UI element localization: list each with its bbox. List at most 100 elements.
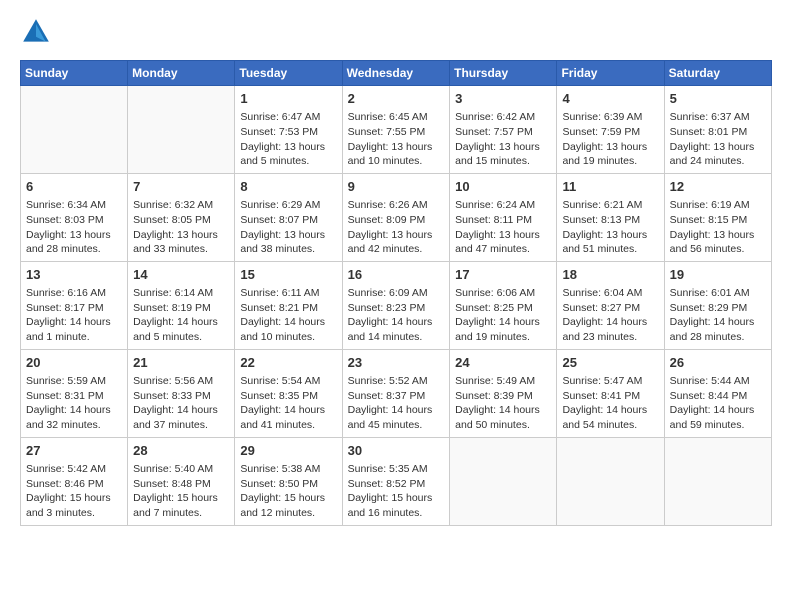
calendar-cell: 27 Sunrise: 5:42 AM Sunset: 8:46 PM Dayli… (21, 437, 128, 525)
day-number: 15 (240, 266, 336, 284)
calendar-cell: 25 Sunrise: 5:47 AM Sunset: 8:41 PM Dayli… (557, 349, 664, 437)
day-info: Sunrise: 5:44 AM Sunset: 8:44 PM Dayligh… (670, 374, 766, 433)
calendar-cell: 11 Sunrise: 6:21 AM Sunset: 8:13 PM Dayli… (557, 173, 664, 261)
calendar-cell: 13 Sunrise: 6:16 AM Sunset: 8:17 PM Dayli… (21, 261, 128, 349)
day-info: Sunrise: 6:26 AM Sunset: 8:09 PM Dayligh… (348, 198, 445, 257)
calendar-week-row: 20 Sunrise: 5:59 AM Sunset: 8:31 PM Dayli… (21, 349, 772, 437)
day-info: Sunrise: 6:29 AM Sunset: 8:07 PM Dayligh… (240, 198, 336, 257)
day-number: 11 (562, 178, 658, 196)
day-info: Sunrise: 6:32 AM Sunset: 8:05 PM Dayligh… (133, 198, 229, 257)
calendar-cell: 7 Sunrise: 6:32 AM Sunset: 8:05 PM Daylig… (128, 173, 235, 261)
weekday-header: Wednesday (342, 61, 450, 86)
day-number: 2 (348, 90, 445, 108)
calendar-cell: 9 Sunrise: 6:26 AM Sunset: 8:09 PM Daylig… (342, 173, 450, 261)
day-info: Sunrise: 6:16 AM Sunset: 8:17 PM Dayligh… (26, 286, 122, 345)
calendar-cell: 30Sunrise: 5:35 AM Sunset: 8:52 PM Dayli… (342, 437, 450, 525)
day-info: Sunrise: 6:01 AM Sunset: 8:29 PM Dayligh… (670, 286, 766, 345)
day-number: 21 (133, 354, 229, 372)
calendar-cell (21, 86, 128, 174)
day-number: 4 (562, 90, 658, 108)
day-info: Sunrise: 6:19 AM Sunset: 8:15 PM Dayligh… (670, 198, 766, 257)
calendar-cell: 28 Sunrise: 5:40 AM Sunset: 8:48 PM Dayli… (128, 437, 235, 525)
calendar-cell (664, 437, 771, 525)
calendar-cell: 8 Sunrise: 6:29 AM Sunset: 8:07 PM Daylig… (235, 173, 342, 261)
day-number: 30 (348, 442, 445, 460)
day-number: 23 (348, 354, 445, 372)
calendar-cell: 1 Sunrise: 6:47 AM Sunset: 7:53 PM Daylig… (235, 86, 342, 174)
day-number: 7 (133, 178, 229, 196)
weekday-header: Tuesday (235, 61, 342, 86)
calendar-cell: 20 Sunrise: 5:59 AM Sunset: 8:31 PM Dayli… (21, 349, 128, 437)
day-info: Sunrise: 5:49 AM Sunset: 8:39 PM Dayligh… (455, 374, 551, 433)
day-number: 14 (133, 266, 229, 284)
day-info: Sunrise: 5:59 AM Sunset: 8:31 PM Dayligh… (26, 374, 122, 433)
calendar-cell: 2 Sunrise: 6:45 AM Sunset: 7:55 PM Daylig… (342, 86, 450, 174)
calendar-cell (128, 86, 235, 174)
calendar-cell: 4Sunrise: 6:39 AM Sunset: 7:59 PM Daylig… (557, 86, 664, 174)
day-number: 16 (348, 266, 445, 284)
day-info: Sunrise: 6:14 AM Sunset: 8:19 PM Dayligh… (133, 286, 229, 345)
day-info: Sunrise: 5:52 AM Sunset: 8:37 PM Dayligh… (348, 374, 445, 433)
day-number: 27 (26, 442, 122, 460)
calendar-cell: 24 Sunrise: 5:49 AM Sunset: 8:39 PM Dayli… (450, 349, 557, 437)
calendar-cell: 14 Sunrise: 6:14 AM Sunset: 8:19 PM Dayli… (128, 261, 235, 349)
day-number: 13 (26, 266, 122, 284)
calendar-cell: 21 Sunrise: 5:56 AM Sunset: 8:33 PM Dayli… (128, 349, 235, 437)
calendar-cell: 16Sunrise: 6:09 AM Sunset: 8:23 PM Dayli… (342, 261, 450, 349)
day-number: 8 (240, 178, 336, 196)
day-info: Sunrise: 6:21 AM Sunset: 8:13 PM Dayligh… (562, 198, 658, 257)
weekday-header: Monday (128, 61, 235, 86)
calendar-week-row: 13 Sunrise: 6:16 AM Sunset: 8:17 PM Dayli… (21, 261, 772, 349)
calendar-week-row: 1 Sunrise: 6:47 AM Sunset: 7:53 PM Daylig… (21, 86, 772, 174)
day-info: Sunrise: 5:38 AM Sunset: 8:50 PM Dayligh… (240, 462, 336, 521)
day-info: Sunrise: 6:04 AM Sunset: 8:27 PM Dayligh… (562, 286, 658, 345)
day-number: 20 (26, 354, 122, 372)
day-number: 25 (562, 354, 658, 372)
calendar-cell: 23 Sunrise: 5:52 AM Sunset: 8:37 PM Dayli… (342, 349, 450, 437)
day-number: 22 (240, 354, 336, 372)
calendar-week-row: 6 Sunrise: 6:34 AM Sunset: 8:03 PM Daylig… (21, 173, 772, 261)
day-number: 18 (562, 266, 658, 284)
day-number: 6 (26, 178, 122, 196)
day-info: Sunrise: 5:40 AM Sunset: 8:48 PM Dayligh… (133, 462, 229, 521)
day-number: 3 (455, 90, 551, 108)
calendar-cell: 26Sunrise: 5:44 AM Sunset: 8:44 PM Dayli… (664, 349, 771, 437)
weekday-header: Saturday (664, 61, 771, 86)
day-number: 28 (133, 442, 229, 460)
day-number: 1 (240, 90, 336, 108)
day-number: 24 (455, 354, 551, 372)
day-info: Sunrise: 5:54 AM Sunset: 8:35 PM Dayligh… (240, 374, 336, 433)
calendar-cell: 19 Sunrise: 6:01 AM Sunset: 8:29 PM Dayli… (664, 261, 771, 349)
day-info: Sunrise: 6:34 AM Sunset: 8:03 PM Dayligh… (26, 198, 122, 257)
calendar-cell: 12 Sunrise: 6:19 AM Sunset: 8:15 PM Dayli… (664, 173, 771, 261)
day-info: Sunrise: 5:42 AM Sunset: 8:46 PM Dayligh… (26, 462, 122, 521)
day-info: Sunrise: 6:11 AM Sunset: 8:21 PM Dayligh… (240, 286, 336, 345)
day-number: 5 (670, 90, 766, 108)
day-info: Sunrise: 6:47 AM Sunset: 7:53 PM Dayligh… (240, 110, 336, 169)
day-number: 29 (240, 442, 336, 460)
calendar-cell (557, 437, 664, 525)
calendar-cell: 29 Sunrise: 5:38 AM Sunset: 8:50 PM Dayli… (235, 437, 342, 525)
weekday-header: Thursday (450, 61, 557, 86)
weekday-header: Sunday (21, 61, 128, 86)
day-info: Sunrise: 5:56 AM Sunset: 8:33 PM Dayligh… (133, 374, 229, 433)
day-number: 9 (348, 178, 445, 196)
page-header (20, 16, 772, 48)
calendar-cell: 15 Sunrise: 6:11 AM Sunset: 8:21 PM Dayli… (235, 261, 342, 349)
calendar-cell: 22 Sunrise: 5:54 AM Sunset: 8:35 PM Dayli… (235, 349, 342, 437)
day-number: 17 (455, 266, 551, 284)
day-info: Sunrise: 6:45 AM Sunset: 7:55 PM Dayligh… (348, 110, 445, 169)
calendar-header-row: SundayMondayTuesdayWednesdayThursdayFrid… (21, 61, 772, 86)
day-number: 19 (670, 266, 766, 284)
day-number: 12 (670, 178, 766, 196)
day-info: Sunrise: 6:06 AM Sunset: 8:25 PM Dayligh… (455, 286, 551, 345)
calendar-week-row: 27 Sunrise: 5:42 AM Sunset: 8:46 PM Dayli… (21, 437, 772, 525)
calendar-cell: 3 Sunrise: 6:42 AM Sunset: 7:57 PM Daylig… (450, 86, 557, 174)
calendar-cell: 18 Sunrise: 6:04 AM Sunset: 8:27 PM Dayli… (557, 261, 664, 349)
calendar-table: SundayMondayTuesdayWednesdayThursdayFrid… (20, 60, 772, 526)
day-info: Sunrise: 6:37 AM Sunset: 8:01 PM Dayligh… (670, 110, 766, 169)
day-info: Sunrise: 6:42 AM Sunset: 7:57 PM Dayligh… (455, 110, 551, 169)
day-info: Sunrise: 5:47 AM Sunset: 8:41 PM Dayligh… (562, 374, 658, 433)
calendar-cell (450, 437, 557, 525)
calendar-cell: 6 Sunrise: 6:34 AM Sunset: 8:03 PM Daylig… (21, 173, 128, 261)
